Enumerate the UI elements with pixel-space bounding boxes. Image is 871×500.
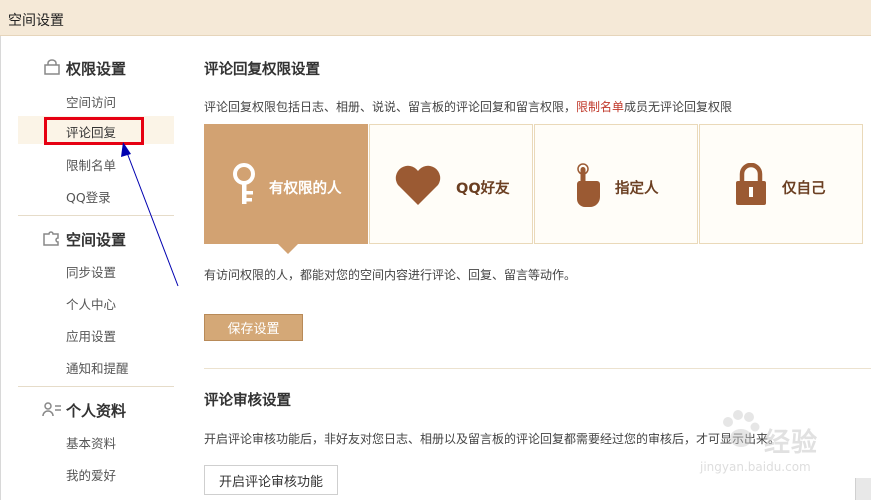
option-label: 指定人	[615, 181, 659, 197]
heart-icon	[395, 165, 441, 205]
sidebar-section-profile[interactable]: 个人资料	[18, 392, 174, 426]
sidebar-section-label: 个人资料	[66, 402, 127, 420]
option-card-only-me[interactable]: 仅自己	[699, 124, 863, 244]
sidebar-item-label: QQ登录	[66, 190, 111, 205]
review-description: 开启评论审核功能后，非好友对您日志、相册以及留言板的评论回复都需要经过您的审核后…	[204, 432, 781, 446]
selection-pointer	[278, 244, 298, 254]
highlight-box	[44, 117, 144, 145]
sidebar-section-permissions[interactable]: 权限设置	[18, 50, 174, 84]
permission-description: 评论回复权限包括日志、相册、说说、留言板的评论回复和留言权限，限制名单成员无评论…	[204, 98, 732, 115]
section-title-comment-permission: 评论回复权限设置	[204, 62, 320, 78]
lock-icon	[44, 59, 60, 75]
option-card-qq-friends[interactable]: QQ好友	[369, 124, 533, 244]
sidebar-item-label: 个人中心	[66, 297, 117, 312]
option-card-permitted[interactable]: 有权限的人	[204, 124, 368, 244]
hand-pointer-icon	[576, 163, 600, 207]
section-title-comment-review: 评论审核设置	[204, 393, 291, 409]
sidebar-item-label: 空间访问	[66, 95, 117, 110]
option-label: 仅自己	[782, 181, 826, 197]
sidebar-divider	[18, 215, 174, 216]
permission-options: 有权限的人 QQ好友 指定人 仅自己	[204, 124, 864, 244]
sidebar-item-label: 基本资料	[66, 436, 117, 451]
description-text: 成员无评论回复权限	[624, 100, 733, 114]
option-label: 有权限的人	[269, 181, 342, 197]
sidebar-section-space[interactable]: 空间设置	[18, 221, 174, 255]
description-text: 评论回复权限包括日志、相册、说说、留言板的评论回复和留言权限，	[204, 100, 577, 114]
sidebar-item-personal-center[interactable]: 个人中心	[18, 288, 174, 316]
sidebar-divider	[18, 386, 174, 387]
key-icon	[233, 163, 255, 204]
sidebar-item-qq-login[interactable]: QQ登录	[18, 181, 174, 209]
title-bar: 空间设置	[0, 0, 871, 36]
sidebar-item-notifications[interactable]: 通知和提醒	[18, 352, 174, 380]
permission-hint: 有访问权限的人，都能对您的空间内容进行评论、回复、留言等动作。	[204, 268, 577, 282]
frame-border	[0, 36, 1, 500]
sidebar-item-label: 通知和提醒	[66, 361, 129, 376]
padlock-icon	[736, 163, 766, 205]
watermark: 经验 jingyan.baidu.com	[700, 404, 860, 484]
sidebar-section-label: 权限设置	[66, 60, 127, 78]
user-card-icon	[42, 402, 61, 417]
sidebar-item-space-access[interactable]: 空间访问	[18, 86, 174, 114]
option-card-specific[interactable]: 指定人	[534, 124, 698, 244]
sidebar-item-basic-info[interactable]: 基本资料	[18, 427, 174, 455]
sidebar-item-label: 限制名单	[66, 158, 117, 173]
save-settings-button[interactable]: 保存设置	[204, 314, 303, 341]
sidebar-section-label: 空间设置	[66, 231, 127, 249]
puzzle-icon	[43, 231, 59, 246]
sidebar-item-block-list[interactable]: 限制名单	[18, 149, 174, 177]
block-list-link[interactable]: 限制名单	[576, 100, 624, 114]
watermark-url: jingyan.baidu.com	[700, 460, 811, 474]
sidebar-item-label: 同步设置	[66, 265, 117, 280]
watermark-brand: 经验	[764, 428, 819, 458]
sidebar-item-label: 应用设置	[66, 329, 117, 344]
sidebar-item-hobbies[interactable]: 我的爱好	[18, 459, 174, 487]
scrollbar-corner[interactable]	[855, 478, 871, 500]
sidebar-item-app-settings[interactable]: 应用设置	[18, 320, 174, 348]
section-divider	[204, 368, 871, 369]
enable-review-button[interactable]: 开启评论审核功能	[204, 465, 338, 495]
window-title: 空间设置	[8, 13, 64, 29]
sidebar-item-sync[interactable]: 同步设置	[18, 256, 174, 284]
sidebar-item-label: 我的爱好	[66, 468, 117, 483]
option-label: QQ好友	[456, 181, 510, 197]
paw-logo-icon	[723, 410, 760, 447]
